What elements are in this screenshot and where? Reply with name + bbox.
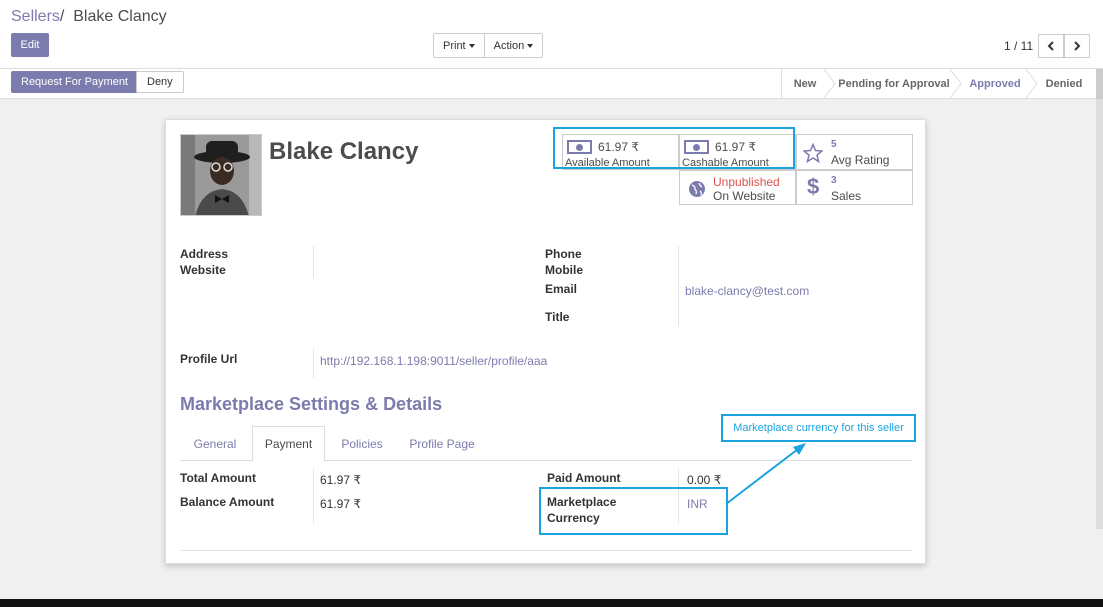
stage-arrow-icon bbox=[823, 69, 836, 98]
seller-photo-image bbox=[181, 135, 261, 215]
deny-button[interactable]: Deny bbox=[136, 71, 184, 93]
dollar-icon: $ bbox=[807, 174, 820, 199]
scrollbar[interactable] bbox=[1096, 99, 1103, 529]
star-icon bbox=[803, 143, 823, 163]
breadcrumb-separator: / bbox=[59, 8, 65, 25]
currency-highlight-box bbox=[539, 487, 728, 535]
edit-button[interactable]: Edit bbox=[11, 33, 49, 57]
title-label: Title bbox=[545, 310, 570, 324]
chevron-right-icon bbox=[1074, 41, 1081, 51]
pager-value[interactable]: 1 / 11 bbox=[1004, 39, 1033, 53]
action-dropdown[interactable]: Action bbox=[483, 34, 543, 57]
rating-label: Avg Rating bbox=[831, 153, 890, 167]
caret-down-icon bbox=[527, 43, 534, 48]
balance-amount-value: 61.97 ₹ bbox=[320, 497, 361, 511]
amounts-highlight-box bbox=[553, 127, 795, 169]
website-label: On Website bbox=[713, 189, 776, 203]
field-separator bbox=[313, 468, 314, 524]
field-separator bbox=[313, 246, 314, 278]
section-title: Marketplace Settings & Details bbox=[180, 394, 443, 414]
phone-label: Phone bbox=[545, 247, 582, 261]
stage-arrow-icon bbox=[949, 69, 962, 98]
seller-avatar[interactable] bbox=[180, 134, 262, 216]
pager-previous-button[interactable] bbox=[1038, 34, 1064, 58]
bottom-bar bbox=[0, 599, 1103, 607]
chevron-left-icon bbox=[1047, 41, 1054, 51]
print-dropdown[interactable]: Print bbox=[434, 34, 484, 57]
website-publish-button[interactable]: Unpublished On Website bbox=[679, 170, 796, 205]
rating-value: 5 bbox=[831, 139, 837, 150]
sidebar-button-group: Print Action bbox=[433, 33, 544, 58]
total-amount-value: 61.97 ₹ bbox=[320, 473, 361, 487]
form-bottom-divider bbox=[180, 550, 912, 551]
tab-policies[interactable]: Policies bbox=[328, 426, 396, 462]
breadcrumb: Sellers/ Blake Clancy bbox=[11, 8, 167, 26]
arrow-icon bbox=[725, 443, 806, 505]
avg-rating-button[interactable]: 5 Avg Rating bbox=[796, 134, 913, 170]
action-label: Action bbox=[493, 39, 525, 52]
paid-amount-value: 0.00 ₹ bbox=[687, 473, 722, 487]
tab-profile-page[interactable]: Profile Page bbox=[400, 426, 484, 462]
stage-approved[interactable]: Approved bbox=[962, 69, 1028, 98]
currency-tooltip: Marketplace currency for this seller bbox=[721, 414, 916, 442]
globe-icon bbox=[689, 181, 705, 197]
print-label: Print bbox=[443, 39, 466, 52]
field-separator bbox=[678, 246, 679, 326]
profile-url-label: Profile Url bbox=[180, 352, 238, 366]
tab-general[interactable]: General bbox=[180, 426, 250, 462]
stage-arrow-icon bbox=[1025, 69, 1038, 98]
pager-next-button[interactable] bbox=[1064, 34, 1090, 58]
breadcrumb-sellers-link[interactable]: Sellers bbox=[11, 8, 60, 25]
field-separator bbox=[313, 348, 314, 378]
seller-name: Blake Clancy bbox=[269, 138, 419, 165]
website-field-label: Website bbox=[180, 263, 226, 277]
stage-pending[interactable]: Pending for Approval bbox=[836, 69, 952, 98]
sales-button[interactable]: $ 3 Sales bbox=[796, 170, 913, 205]
paid-amount-label: Paid Amount bbox=[547, 471, 621, 485]
mobile-label: Mobile bbox=[545, 263, 583, 277]
sales-value: 3 bbox=[831, 175, 837, 186]
form-statusbar: Request For Payment Deny New Pending for… bbox=[0, 69, 1103, 99]
address-label: Address bbox=[180, 247, 229, 261]
caret-down-icon bbox=[468, 43, 475, 48]
scrollbar[interactable] bbox=[1096, 69, 1103, 99]
profile-url-value[interactable]: http://192.168.1.198:9011/seller/profile… bbox=[320, 354, 547, 368]
balance-amount-label: Balance Amount bbox=[180, 495, 275, 509]
stage-denied[interactable]: Denied bbox=[1038, 69, 1090, 98]
total-amount-label: Total Amount bbox=[180, 471, 256, 485]
breadcrumb-current: Blake Clancy bbox=[73, 8, 167, 25]
request-payment-button[interactable]: Request For Payment bbox=[11, 71, 138, 93]
email-label: Email bbox=[545, 282, 578, 296]
website-status: Unpublished bbox=[713, 175, 780, 189]
stage-new[interactable]: New bbox=[782, 69, 828, 98]
tab-payment[interactable]: Payment bbox=[252, 426, 325, 462]
control-panel: Sellers/ Blake Clancy Edit Print Action … bbox=[0, 0, 1103, 69]
sales-label: Sales bbox=[831, 189, 862, 203]
email-value[interactable]: blake-clancy@test.com bbox=[685, 284, 809, 298]
